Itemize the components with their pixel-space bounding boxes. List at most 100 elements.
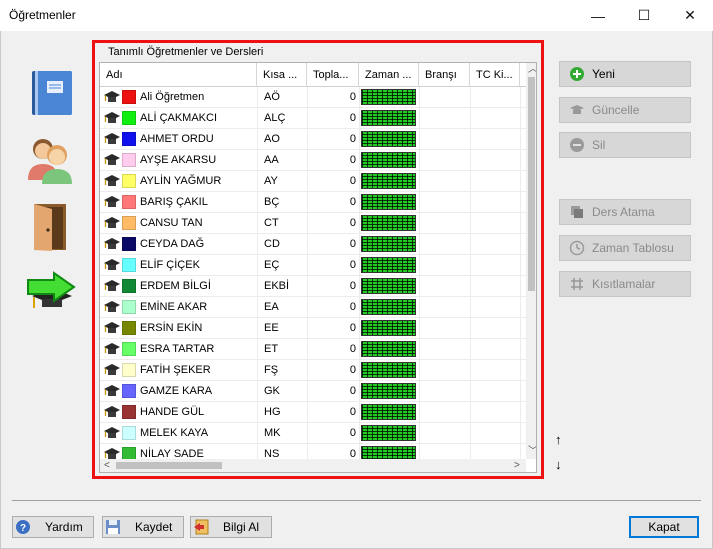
- graduation-cap-icon: [104, 363, 120, 377]
- vertical-scrollbar[interactable]: ︿ ﹀: [526, 63, 536, 459]
- teacher-total-hours: 0: [349, 280, 356, 292]
- teacher-total-hours: 0: [349, 427, 356, 439]
- teacher-short-name: EE: [264, 322, 279, 334]
- teacher-total-hours: 0: [349, 238, 356, 250]
- delete-label: Sil: [592, 138, 606, 152]
- group-title: Tanımlı Öğretmenler ve Dersleri: [108, 46, 264, 58]
- teachers-grid[interactable]: Adı Kısa ... Topla... Zaman ... Branşı T…: [99, 62, 537, 473]
- teacher-short-name: AO: [264, 133, 280, 145]
- save-button[interactable]: Kaydet: [102, 516, 184, 538]
- col-header-short[interactable]: Kısa ...: [257, 63, 307, 87]
- teacher-total-hours: 0: [349, 301, 356, 313]
- table-row[interactable]: Ali Öğretmen AÖ 0: [100, 87, 526, 108]
- time-availability-grid: [361, 110, 416, 126]
- horizontal-scrollbar[interactable]: < >: [100, 459, 526, 472]
- course-assign-button[interactable]: Ders Atama: [559, 199, 691, 225]
- graduation-cap-icon: [104, 342, 120, 356]
- col-header-total[interactable]: Topla...: [307, 63, 359, 87]
- table-row[interactable]: HANDE GÜL HG 0: [100, 402, 526, 423]
- time-availability-grid: [361, 425, 416, 441]
- col-header-time[interactable]: Zaman ...: [359, 63, 419, 87]
- teacher-total-hours: 0: [349, 217, 356, 229]
- teachers-icon[interactable]: [24, 134, 76, 189]
- teacher-short-name: CT: [264, 217, 279, 229]
- vertical-scroll-thumb[interactable]: [528, 77, 535, 291]
- col-header-name[interactable]: Adı: [100, 63, 257, 87]
- table-row[interactable]: ALİ ÇAKMAKCI ALÇ 0: [100, 108, 526, 129]
- table-row[interactable]: ERSİN EKİN EE 0: [100, 318, 526, 339]
- table-row[interactable]: FATİH ŞEKER FŞ 0: [100, 360, 526, 381]
- table-row[interactable]: AYŞE AKARSU AA 0: [100, 150, 526, 171]
- scroll-right-icon[interactable]: >: [514, 461, 520, 471]
- teacher-short-name: FŞ: [264, 364, 279, 376]
- delete-button[interactable]: Sil: [559, 132, 691, 158]
- teacher-short-name: EKBİ: [264, 280, 290, 292]
- table-row[interactable]: GAMZE KARA GK 0: [100, 381, 526, 402]
- table-row[interactable]: ERDEM BİLGİ EKBİ 0: [100, 276, 526, 297]
- graduation-arrow-icon[interactable]: [26, 270, 78, 319]
- table-row[interactable]: CANSU TAN CT 0: [100, 213, 526, 234]
- table-row[interactable]: ESRA TARTAR ET 0: [100, 339, 526, 360]
- time-availability-grid: [361, 89, 416, 105]
- teacher-color-swatch: [122, 426, 136, 440]
- table-row[interactable]: ELİF ÇİÇEK EÇ 0: [100, 255, 526, 276]
- book-icon[interactable]: [30, 70, 74, 119]
- teacher-color-swatch: [122, 279, 136, 293]
- teacher-name: CANSU TAN: [140, 217, 203, 229]
- teacher-total-hours: 0: [349, 196, 356, 208]
- import-button[interactable]: Bilgi Al: [190, 516, 272, 538]
- teacher-total-hours: 0: [349, 322, 356, 334]
- new-button[interactable]: Yeni: [559, 61, 691, 87]
- horizontal-scroll-thumb[interactable]: [116, 462, 222, 469]
- scroll-left-icon[interactable]: <: [104, 461, 110, 471]
- teacher-color-swatch: [122, 132, 136, 146]
- teacher-name: HANDE GÜL: [140, 406, 205, 418]
- teacher-total-hours: 0: [349, 112, 356, 124]
- teacher-short-name: ALÇ: [264, 112, 286, 124]
- teacher-color-swatch: [122, 111, 136, 125]
- teacher-total-hours: 0: [349, 343, 356, 355]
- maximize-button[interactable]: ☐: [621, 0, 667, 31]
- move-down-icon[interactable]: ↓: [555, 457, 562, 472]
- teacher-name: BARIŞ ÇAKIL: [140, 196, 208, 208]
- update-button[interactable]: Güncelle: [559, 97, 691, 123]
- table-row[interactable]: CEYDA DAĞ CD 0: [100, 234, 526, 255]
- constraints-button[interactable]: Kısıtlamalar: [559, 271, 691, 297]
- table-row[interactable]: AHMET ORDU AO 0: [100, 129, 526, 150]
- minimize-button[interactable]: —: [575, 0, 621, 31]
- table-row[interactable]: BARIŞ ÇAKIL BÇ 0: [100, 192, 526, 213]
- door-icon[interactable]: [30, 202, 70, 255]
- teacher-name: MELEK KAYA: [140, 427, 209, 439]
- table-row[interactable]: AYLİN YAĞMUR AY 0: [100, 171, 526, 192]
- teacher-color-swatch: [122, 90, 136, 104]
- scroll-down-icon[interactable]: ﹀: [528, 447, 536, 457]
- teacher-color-swatch: [122, 174, 136, 188]
- graduation-cap-icon: [104, 216, 120, 230]
- time-availability-grid: [361, 215, 416, 231]
- grid-header: Adı Kısa ... Topla... Zaman ... Branşı T…: [100, 63, 530, 87]
- table-row[interactable]: EMİNE AKAR EA 0: [100, 297, 526, 318]
- close-button[interactable]: Kapat: [629, 516, 699, 538]
- time-availability-grid: [361, 131, 416, 147]
- scroll-up-icon[interactable]: ︿: [528, 65, 536, 75]
- table-row[interactable]: MELEK KAYA MK 0: [100, 423, 526, 444]
- update-label: Güncelle: [592, 103, 640, 117]
- teacher-name: ALİ ÇAKMAKCI: [140, 112, 218, 124]
- timetable-button[interactable]: Zaman Tablosu: [559, 235, 691, 261]
- time-availability-grid: [361, 257, 416, 273]
- graduation-cap-icon: [569, 102, 585, 118]
- move-up-icon[interactable]: ↑: [555, 432, 562, 447]
- close-window-button[interactable]: ✕: [667, 0, 713, 31]
- teacher-name: ERSİN EKİN: [140, 322, 203, 334]
- col-header-branch[interactable]: Branşı: [419, 63, 470, 87]
- help-button[interactable]: ? Yardım: [12, 516, 94, 538]
- teacher-name: ESRA TARTAR: [140, 343, 215, 355]
- teacher-short-name: ET: [264, 343, 279, 355]
- graduation-cap-icon: [104, 279, 120, 293]
- graduation-cap-icon: [104, 258, 120, 272]
- new-label: Yeni: [592, 67, 615, 81]
- col-header-tc[interactable]: TC Ki...: [470, 63, 520, 87]
- course-assign-label: Ders Atama: [592, 205, 655, 219]
- time-availability-grid: [361, 320, 416, 336]
- teacher-total-hours: 0: [349, 259, 356, 271]
